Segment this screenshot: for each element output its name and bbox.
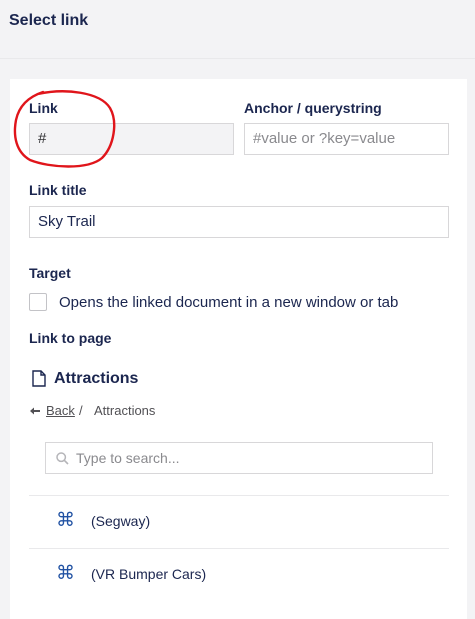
breadcrumb-separator: /	[79, 403, 83, 418]
command-icon: ⌘	[56, 510, 75, 531]
tree-item-segway[interactable]: (Segway)	[91, 513, 150, 529]
target-label: Target	[29, 265, 71, 281]
anchor-label: Anchor / querystring	[244, 100, 382, 116]
back-arrow-icon[interactable]	[30, 407, 40, 415]
annotation-circle	[13, 90, 116, 168]
anchor-placeholder: #value or ?key=value	[253, 130, 396, 147]
link-title-label: Link title	[29, 182, 87, 198]
tree-search-input[interactable]: Type to search...	[45, 442, 433, 474]
breadcrumb-current: Attractions	[94, 403, 156, 418]
search-placeholder: Type to search...	[76, 450, 180, 466]
link-title-field[interactable]: Sky Trail	[29, 206, 449, 238]
document-icon	[32, 370, 46, 387]
link-to-page-label: Link to page	[29, 330, 112, 346]
tree-item-vr-bumper-cars[interactable]: (VR Bumper Cars)	[91, 566, 206, 582]
dialog-title: Select link	[9, 12, 89, 29]
divider	[29, 495, 449, 496]
new-window-checkbox-label[interactable]: Opens the linked document in a new windo…	[59, 294, 398, 311]
breadcrumb-back-link[interactable]: Back	[46, 403, 75, 418]
dialog-header: Select link	[0, 0, 475, 59]
anchor-field[interactable]: #value or ?key=value	[244, 123, 449, 155]
current-node-title: Attractions	[54, 370, 139, 387]
search-icon	[56, 452, 69, 465]
command-icon: ⌘	[56, 563, 75, 584]
new-window-checkbox[interactable]	[29, 293, 47, 311]
divider	[29, 548, 449, 549]
link-title-value: Sky Trail	[38, 213, 96, 230]
